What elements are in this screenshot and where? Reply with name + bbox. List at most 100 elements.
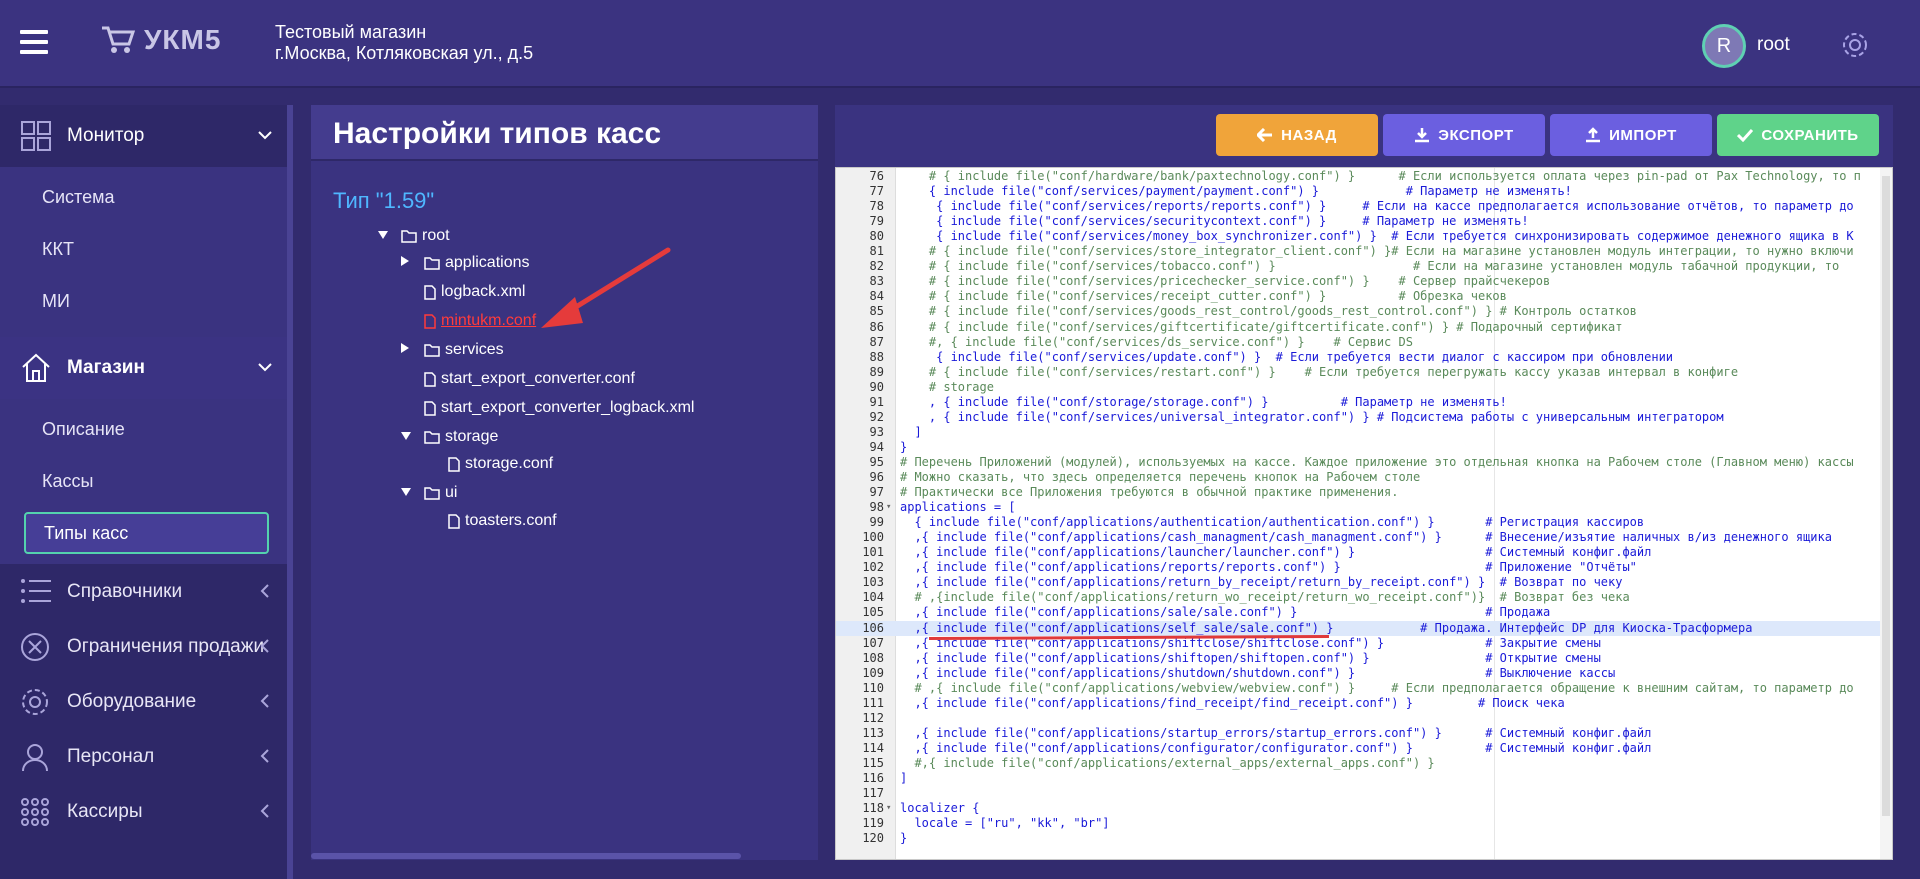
code-line[interactable]: 117 <box>836 786 1882 801</box>
avatar[interactable]: R <box>1702 24 1746 68</box>
nav-directories[interactable]: Справочники <box>0 564 293 619</box>
tree-file-start-export-converter[interactable]: start_export_converter.conf <box>424 370 635 388</box>
code-editor[interactable]: 76 # { include file("conf/hardware/bank/… <box>835 167 1893 860</box>
code-line[interactable]: 83 # { include file("conf/services/price… <box>836 274 1882 289</box>
export-button-label: ЭКСПОРТ <box>1438 126 1514 144</box>
nav-cashiers[interactable]: Кассиры <box>0 784 293 839</box>
export-button[interactable]: ЭКСПОРТ <box>1383 114 1545 156</box>
code-line[interactable]: 84 # { include file("conf/services/recei… <box>836 289 1882 304</box>
code-line[interactable]: 103 ,{ include file("conf/applications/r… <box>836 575 1882 590</box>
code-line[interactable]: 81 # { include file("conf/services/store… <box>836 244 1882 259</box>
caret-right-icon[interactable] <box>400 341 414 359</box>
user-name[interactable]: root <box>1757 34 1790 56</box>
gear-icon <box>22 689 48 715</box>
code-line[interactable]: 96 # Можно сказать, что здесь определяетс… <box>836 470 1882 485</box>
save-button-label: СОХРАНИТЬ <box>1761 126 1859 144</box>
tree-file-toasters[interactable]: toasters.conf <box>448 512 557 530</box>
code-line[interactable]: 98 ▾ applications = [ <box>836 500 1882 515</box>
code-line[interactable]: 105 ,{ include file("conf/applications/s… <box>836 605 1882 620</box>
tree-folder-root[interactable]: root <box>377 227 450 245</box>
import-button[interactable]: ИМПОРТ <box>1550 114 1712 156</box>
code-line[interactable]: 76 # { include file("conf/hardware/bank/… <box>836 169 1882 184</box>
code-line[interactable]: 88 { include file("conf/services/update.… <box>836 350 1882 365</box>
menu-icon[interactable] <box>20 30 48 54</box>
tree-horizontal-scrollbar[interactable] <box>311 853 741 859</box>
code-line[interactable]: 120} <box>836 831 1882 846</box>
code-text: # { include file("conf/services/giftcert… <box>900 319 1623 334</box>
scrollbar-thumb[interactable] <box>1882 176 1890 816</box>
sidebar-item-description[interactable]: Описание <box>0 403 293 455</box>
tree-folder-ui[interactable]: ui <box>400 484 457 502</box>
nav-personnel[interactable]: Персонал <box>0 729 293 784</box>
code-line[interactable]: 82 # { include file("conf/services/tobac… <box>836 259 1882 274</box>
code-line[interactable]: 104 # ,{include file("conf/applications/… <box>836 590 1882 605</box>
code-line[interactable]: 90 # storage <box>836 380 1882 395</box>
code-line[interactable]: 91 , { include file("conf/storage/storag… <box>836 395 1882 410</box>
sidebar-item-cashboxes[interactable]: Кассы <box>0 455 293 507</box>
code-line[interactable]: 95 # Перечень Приложений (модулей), испол… <box>836 455 1882 470</box>
code-line[interactable]: 79 { include file("conf/services/securit… <box>836 214 1882 229</box>
code-line[interactable]: 115 #,{ include file("conf/applications/… <box>836 756 1882 771</box>
gear-icon[interactable] <box>1840 30 1870 60</box>
sidebar-item-cashbox-types[interactable]: Типы касс <box>24 512 269 554</box>
code-line[interactable]: 80 { include file("conf/services/money_b… <box>836 229 1882 244</box>
code-line[interactable]: 87 #, { include file("conf/services/ds_s… <box>836 335 1882 350</box>
tree-folder-applications[interactable]: applications <box>400 254 530 272</box>
code-line[interactable]: 77 { include file("conf/services/payment… <box>836 184 1882 199</box>
sidebar-scrollbar[interactable] <box>287 105 293 879</box>
sidebar-item-system[interactable]: Система <box>0 171 293 223</box>
code-line[interactable]: 100 ,{ include file("conf/applications/c… <box>836 530 1882 545</box>
tree-file-logback[interactable]: logback.xml <box>424 283 525 301</box>
tree-folder-storage[interactable]: storage <box>400 428 498 446</box>
save-button[interactable]: СОХРАНИТЬ <box>1717 114 1879 156</box>
code-line[interactable]: 106 ,{ include file("conf/applications/s… <box>836 620 1882 636</box>
code-line[interactable]: 119 locale = ["ru", "kk", "br"] <box>836 816 1882 831</box>
sidebar-item-kkt[interactable]: ККТ <box>0 223 293 275</box>
caret-down-icon[interactable] <box>400 484 414 502</box>
tree-file-storage-conf[interactable]: storage.conf <box>448 455 553 473</box>
code-line[interactable]: 113 ,{ include file("conf/applications/s… <box>836 726 1882 741</box>
line-number: 85 <box>869 304 884 319</box>
code-line[interactable]: 114 ,{ include file("conf/applications/c… <box>836 741 1882 756</box>
fold-icon[interactable]: ▾ <box>886 801 891 816</box>
sidebar-item-mi[interactable]: МИ <box>0 275 293 327</box>
code-line[interactable]: 112 <box>836 711 1882 726</box>
code-line[interactable]: 92 , { include file("conf/services/unive… <box>836 410 1882 425</box>
file-icon <box>448 456 460 472</box>
tree-file-mintukm[interactable]: mintukm.conf <box>424 312 536 330</box>
tree-folder-services[interactable]: services <box>400 341 504 359</box>
code-line[interactable]: 116] <box>836 771 1882 786</box>
code-line[interactable]: 97 # Практически все Приложения требуются… <box>836 485 1882 500</box>
code-line[interactable]: 85 # { include file("conf/services/goods… <box>836 304 1882 319</box>
code-line[interactable]: 101 ,{ include file("conf/applications/l… <box>836 545 1882 560</box>
caret-down-icon[interactable] <box>377 227 391 245</box>
fold-icon[interactable]: ▾ <box>886 500 891 515</box>
code-line[interactable]: 89 # { include file("conf/services/resta… <box>836 365 1882 380</box>
code-line[interactable]: 111 ,{ include file("conf/applications/f… <box>836 696 1882 711</box>
nav-equipment[interactable]: Оборудование <box>0 674 293 729</box>
code-line[interactable]: 99 { include file("conf/applications/aut… <box>836 515 1882 530</box>
nav-monitor[interactable]: Монитор <box>0 105 293 167</box>
code-text: # { include file("conf/services/restart.… <box>900 364 1739 379</box>
caret-right-icon[interactable] <box>400 254 414 272</box>
line-number: 92 <box>869 409 884 424</box>
folder-icon <box>424 430 440 444</box>
tree-label: start_export_converter.conf <box>441 370 635 387</box>
code-line[interactable]: 110 # ,{ include file("conf/applications… <box>836 681 1882 696</box>
nav-store[interactable]: Магазин <box>0 337 293 399</box>
logo[interactable]: УКМ5 <box>100 24 221 56</box>
tree-file-start-export-converter-logback[interactable]: start_export_converter_logback.xml <box>424 399 694 417</box>
back-button[interactable]: НАЗАД <box>1216 114 1378 156</box>
code-line[interactable]: 78 { include file("conf/services/reports… <box>836 199 1882 214</box>
code-line[interactable]: 108 ,{ include file("conf/applications/s… <box>836 651 1882 666</box>
code-text: # { include file("conf/services/store_in… <box>900 244 1854 259</box>
nav-sale-restrictions[interactable]: Ограничения продажи <box>0 619 293 674</box>
editor-vertical-scrollbar[interactable] <box>1880 168 1892 859</box>
code-line[interactable]: 93 ] <box>836 425 1882 440</box>
caret-down-icon[interactable] <box>400 428 414 446</box>
code-line[interactable]: 86 # { include file("conf/services/giftc… <box>836 320 1882 335</box>
code-line[interactable]: 102 ,{ include file("conf/applications/r… <box>836 560 1882 575</box>
code-line[interactable]: 118 ▾ localizer { <box>836 801 1882 816</box>
code-line[interactable]: 109 ,{ include file("conf/applications/s… <box>836 666 1882 681</box>
code-line[interactable]: 94} <box>836 440 1882 455</box>
